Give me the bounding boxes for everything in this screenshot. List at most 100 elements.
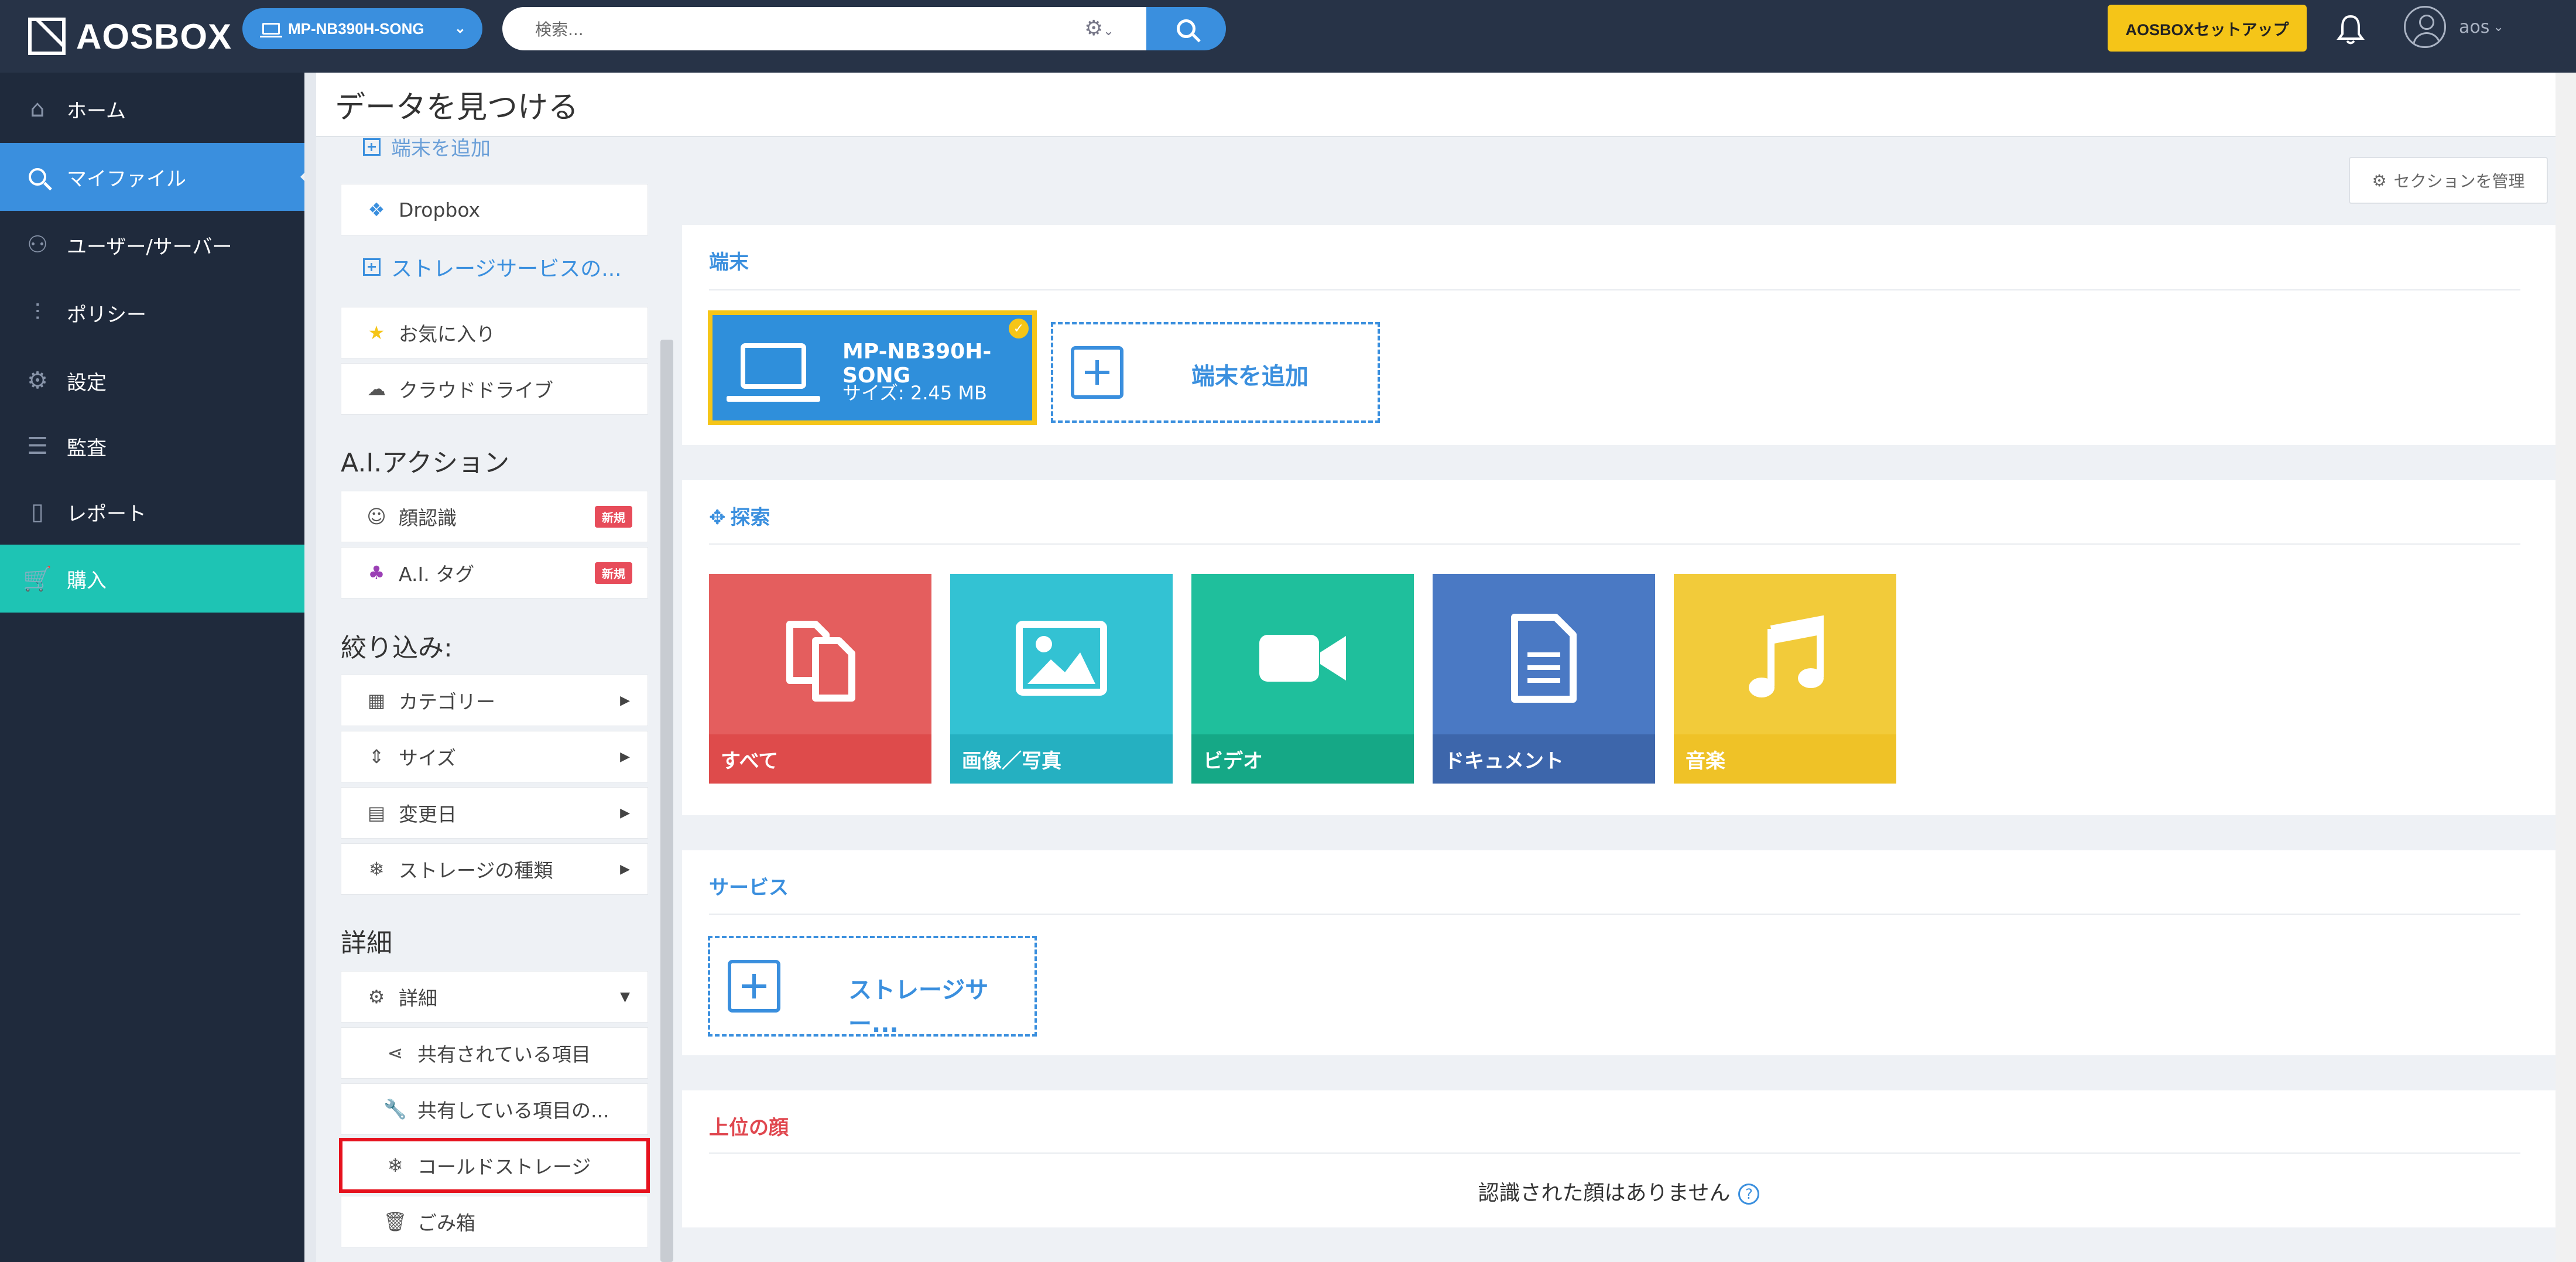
add-storage-service-link[interactable]: ストレージサービスの... [363, 252, 622, 282]
dropbox-icon: ❖ [368, 199, 385, 221]
plus-icon [1071, 346, 1123, 399]
sort-icon: ⇕ [368, 745, 385, 768]
image-icon [1016, 621, 1107, 696]
grid-icon: ▦ [367, 689, 386, 712]
filter-cold-storage[interactable]: ❄ コールドストレージ [339, 1138, 650, 1193]
chevron-down-icon: ⌄ [454, 20, 466, 36]
tile-images[interactable]: 画像／写真 [950, 574, 1173, 784]
laptop-icon [727, 343, 820, 402]
top-bar: AOSBOX MP-NB390H-SONG ⌄ 検索... ⚙⌄ AOSBOXセ… [0, 0, 2576, 73]
add-device-label: 端末を追加 [1191, 363, 1308, 390]
filter-trash[interactable]: 🗑 ごみ箱 [341, 1196, 648, 1247]
sidebar-item-users-servers[interactable]: ⚇ ユーザー/サーバー [0, 211, 316, 279]
wrench-icon: 🔧 [383, 1098, 407, 1120]
add-storage-service-card[interactable]: ストレージサー... [708, 936, 1037, 1038]
sidebar-item-label: 購入 [67, 569, 107, 593]
filter-label: A.I. タグ [399, 563, 475, 586]
add-device-card[interactable]: 端末を追加 [1051, 322, 1380, 423]
list-icon: ☰ [27, 433, 48, 460]
new-badge: 新規 [595, 505, 632, 528]
no-faces-message: 認識された顔はありません? [682, 1176, 2556, 1206]
sliders-icon: ⫶ [35, 299, 40, 326]
filter-scrollbar[interactable] [660, 340, 673, 1262]
snowflake-icon: ❄ [387, 1154, 403, 1177]
explore-title: ✥ 探索 [709, 501, 770, 530]
share-icon: ⋖ [387, 1042, 403, 1064]
filter-cloud-drive[interactable]: ☁ クラウドドライブ [341, 363, 648, 415]
search-input[interactable]: 検索... [502, 7, 1146, 50]
smiley-icon: ☺ [366, 505, 386, 528]
sidebar-item-label: マイファイル [67, 167, 186, 191]
calendar-icon: ▤ [367, 802, 386, 824]
tile-video[interactable]: ビデオ [1191, 574, 1414, 784]
sidebar-item-my-files[interactable]: マイファイル [0, 143, 317, 211]
sidebar-item-policy[interactable]: ⫶ ポリシー [0, 279, 316, 347]
top-faces-panel: 上位の顔 認識された顔はありません? [682, 1090, 2556, 1227]
gear-icon: ⚙ [27, 367, 48, 394]
caret-right-icon: ▶ [620, 861, 630, 877]
tile-music[interactable]: 音楽 [1674, 574, 1896, 784]
narrow-down-heading: 絞り込み: [341, 633, 453, 663]
search-settings-gear-icon[interactable]: ⚙⌄ [1084, 16, 1114, 40]
filter-ai-tag[interactable]: ♣ A.I. タグ 新規 [341, 547, 648, 598]
laptop-icon [260, 23, 282, 37]
filter-dropbox[interactable]: ❖ Dropbox [341, 184, 648, 235]
filter-face-recognition[interactable]: ☺ 顔認識 新規 [341, 491, 648, 542]
chevron-down-icon: ⌄ [2493, 19, 2504, 35]
logo[interactable]: AOSBOX [28, 9, 232, 63]
sidebar-item-label: 設定 [67, 371, 107, 395]
sidebar-scrollbar[interactable] [304, 73, 316, 1262]
sidebar-item-reports[interactable]: ▯ レポート [0, 478, 316, 546]
divider [709, 914, 2520, 915]
filter-favorites[interactable]: ★ お気に入り [341, 307, 648, 358]
cloud-icon: ☁ [367, 378, 386, 400]
search-button[interactable] [1146, 7, 1226, 50]
sidebar-item-audit[interactable]: ☰ 監査 [0, 412, 316, 480]
plus-icon [363, 258, 381, 276]
sidebar-item-label: ユーザー/サーバー [67, 235, 232, 259]
filter-sharing-items[interactable]: 🔧 共有している項目の... [341, 1083, 648, 1135]
sidebar-item-purchase[interactable]: 🛒 購入 [0, 545, 316, 613]
bar-chart-icon: ▯ [30, 498, 44, 525]
help-icon[interactable]: ? [1738, 1184, 1760, 1205]
aosbox-setup-button[interactable]: AOSBOXセットアップ [2108, 5, 2307, 52]
new-badge: 新規 [595, 562, 632, 584]
filter-modified-date[interactable]: ▤ 変更日 ▶ [341, 787, 648, 839]
filter-storage-type[interactable]: ❄ ストレージの種類 ▶ [341, 843, 648, 895]
move-icon: ✥ [709, 506, 726, 529]
manage-sections-button[interactable]: ⚙ セクションを管理 [2349, 157, 2548, 204]
snowflake-icon: ❄ [368, 858, 385, 880]
page-title: データを見つける [316, 73, 2556, 137]
bell-icon[interactable] [2336, 13, 2365, 46]
page-scrollbar[interactable] [2556, 73, 2576, 1262]
logo-text: AOSBOX [76, 16, 232, 56]
caret-right-icon: ▶ [620, 805, 630, 820]
device-selector-label: MP-NB390H-SONG [288, 19, 424, 37]
sidebar-item-settings[interactable]: ⚙ 設定 [0, 347, 316, 415]
filter-label: お気に入り [399, 323, 495, 346]
tile-all[interactable]: すべて [709, 574, 931, 784]
users-icon: ⚇ [27, 231, 48, 258]
filter-size[interactable]: ⇕ サイズ ▶ [341, 731, 648, 782]
user-menu[interactable]: aos ⌄ [2404, 6, 2504, 48]
device-card[interactable]: MP-NB390H-SONG サイズ: 2.45 MB ✓ [708, 310, 1037, 425]
filter-details[interactable]: ⚙ 詳細 ▼ [341, 971, 648, 1022]
device-selector[interactable]: MP-NB390H-SONG ⌄ [242, 8, 482, 49]
document-icon [1511, 614, 1577, 703]
tile-label: すべて [709, 734, 931, 784]
filter-shared-items[interactable]: ⋖ 共有されている項目 [341, 1027, 648, 1079]
filter-label: カテゴリー [399, 690, 495, 713]
caret-down-icon: ▼ [620, 989, 630, 1004]
search-icon [1177, 19, 1195, 38]
tile-label: ビデオ [1191, 734, 1414, 784]
tile-documents[interactable]: ドキュメント [1433, 574, 1655, 784]
plus-icon [363, 138, 381, 156]
filter-category[interactable]: ▦ カテゴリー ▶ [341, 675, 648, 726]
sidebar-item-label: ホーム [67, 99, 126, 123]
manage-sections-label: セクションを管理 [2393, 172, 2525, 191]
filter-label: 詳細 [399, 987, 437, 1010]
filter-label: 共有されている項目 [417, 1043, 591, 1066]
sidebar-item-home[interactable]: ⌂ ホーム [0, 75, 316, 143]
add-device-link[interactable]: 端末を追加 [363, 132, 491, 161]
files-icon [786, 621, 855, 702]
